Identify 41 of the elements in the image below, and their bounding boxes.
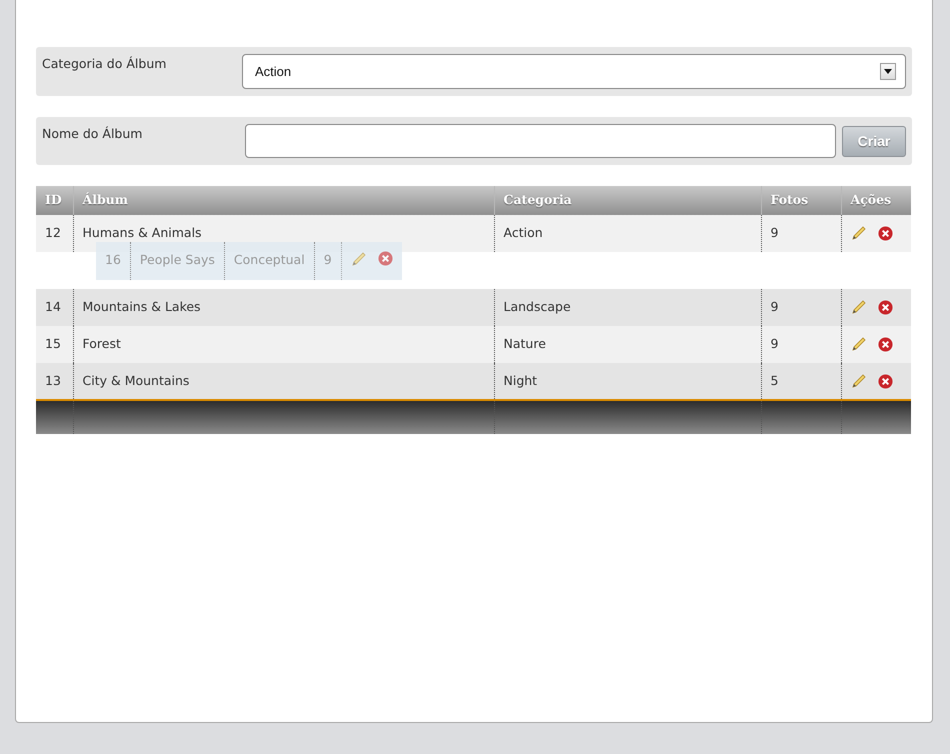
table-cell: 14	[36, 289, 73, 326]
dragged-row[interactable]: 16 People Says Conceptual 9	[96, 242, 402, 280]
delete-icon[interactable]	[878, 226, 892, 240]
table-cell: Landscape	[494, 289, 761, 326]
table-cell: City & Mountains	[73, 363, 494, 400]
column-header: ID	[36, 186, 73, 215]
category-select[interactable]: Action	[242, 54, 906, 89]
delete-icon[interactable]	[878, 300, 892, 314]
create-button[interactable]: Criar	[842, 126, 906, 157]
table-cell: 15	[36, 326, 73, 363]
pencil-icon[interactable]	[850, 373, 866, 389]
pencil-icon[interactable]	[850, 299, 866, 315]
field-label: Categoria do Álbum	[42, 55, 168, 73]
table-cell: 9	[314, 242, 341, 280]
caret-icon	[884, 69, 892, 74]
column-header: Álbum	[73, 186, 494, 215]
pencil-icon[interactable]	[850, 336, 866, 352]
delete-icon[interactable]	[378, 251, 393, 266]
table-cell: Mountains & Lakes	[73, 289, 494, 326]
table-cell: Night	[494, 363, 761, 400]
table-cell: People Says	[130, 242, 224, 280]
delete-icon[interactable]	[878, 336, 892, 352]
pencil-icon[interactable]	[350, 251, 367, 267]
column-header: Fotos	[761, 186, 841, 215]
table-cell: Forest	[73, 326, 494, 363]
table-cell: 9	[761, 289, 841, 326]
table-cell: 12	[36, 215, 73, 252]
column-header: Ações	[841, 186, 911, 215]
table-cell: 5	[761, 363, 841, 400]
column-header: Categoria	[494, 186, 761, 215]
field-label: Nome do Álbum	[42, 125, 144, 143]
table-cell: 9	[761, 215, 841, 252]
album-name-field[interactable]	[245, 124, 836, 158]
pencil-icon[interactable]	[850, 225, 866, 241]
table-cell: Conceptual	[224, 242, 314, 280]
delete-icon[interactable]	[878, 374, 892, 388]
table-cell: 13	[36, 363, 73, 400]
table-cell-text: 16	[104, 251, 122, 269]
table-cell: 9	[761, 326, 841, 363]
table-cell: Action	[494, 215, 761, 252]
table-cell: Nature	[494, 326, 761, 363]
